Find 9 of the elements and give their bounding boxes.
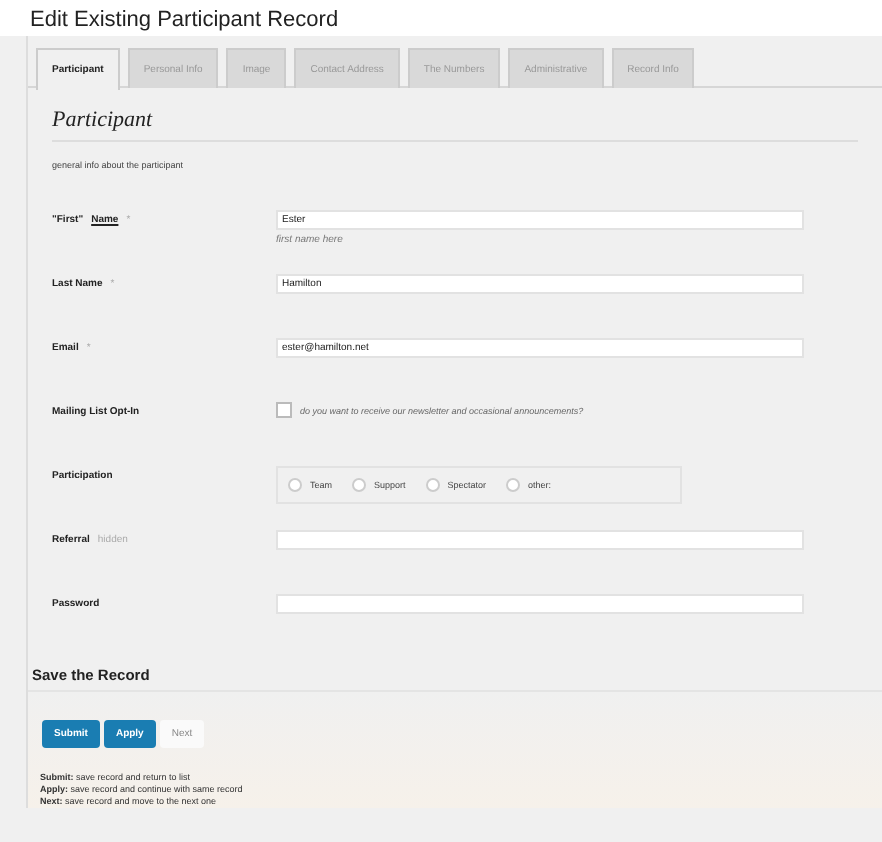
radio-button[interactable]	[288, 478, 302, 492]
radio-button[interactable]	[425, 478, 440, 492]
password-field[interactable]	[276, 594, 804, 614]
radio-button[interactable]	[352, 478, 367, 492]
radio-button[interactable]	[506, 478, 521, 492]
section-title: Participant	[52, 88, 858, 142]
window-title: Edit Existing Participant Record	[0, 0, 882, 36]
input-field[interactable]	[276, 530, 804, 550]
checkbox[interactable]	[276, 402, 292, 418]
